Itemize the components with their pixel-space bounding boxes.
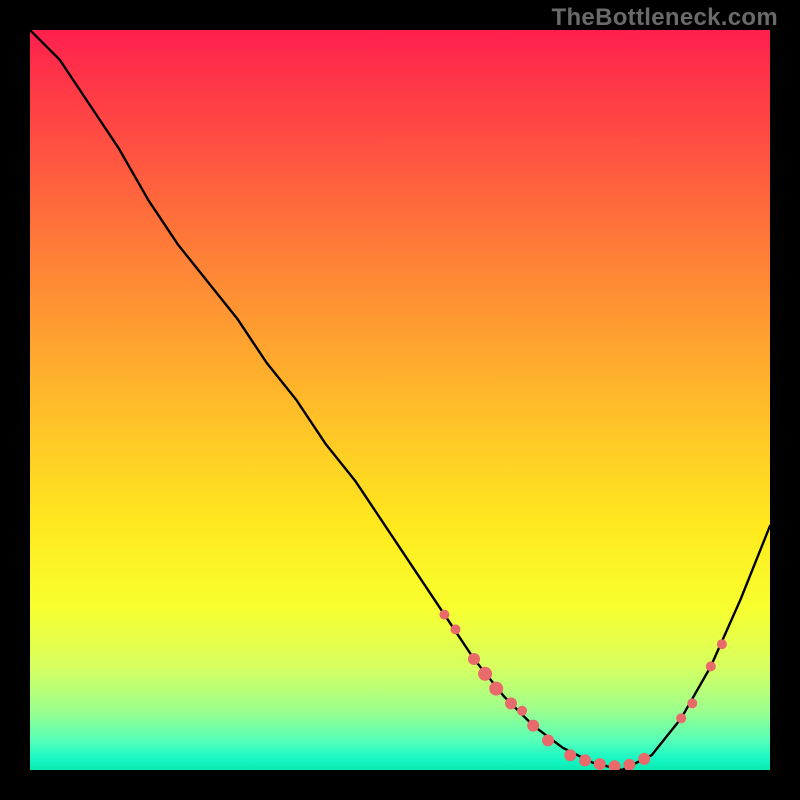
curve-marker — [439, 610, 449, 620]
curve-marker — [517, 706, 527, 716]
curve-marker — [609, 760, 621, 770]
chart-container: TheBottleneck.com — [0, 0, 800, 800]
bottleneck-curve — [30, 30, 770, 770]
watermark-text: TheBottleneck.com — [552, 4, 778, 32]
curve-marker — [638, 753, 650, 765]
curve-marker — [594, 758, 606, 770]
curve-marker — [676, 713, 686, 723]
curve-marker — [468, 653, 480, 665]
curve-marker — [687, 698, 697, 708]
curve-marker — [623, 759, 635, 770]
curve-marker — [564, 749, 576, 761]
curve-layer — [30, 30, 770, 770]
curve-marker — [579, 754, 591, 766]
curve-marker — [717, 639, 727, 649]
curve-marker — [489, 682, 503, 696]
curve-marker — [478, 667, 492, 681]
curve-marker — [505, 697, 517, 709]
curve-marker — [706, 661, 716, 671]
curve-marker — [527, 720, 539, 732]
curve-marker — [451, 624, 461, 634]
plot-area — [30, 30, 770, 770]
curve-marker — [542, 734, 554, 746]
curve-markers — [439, 610, 727, 770]
